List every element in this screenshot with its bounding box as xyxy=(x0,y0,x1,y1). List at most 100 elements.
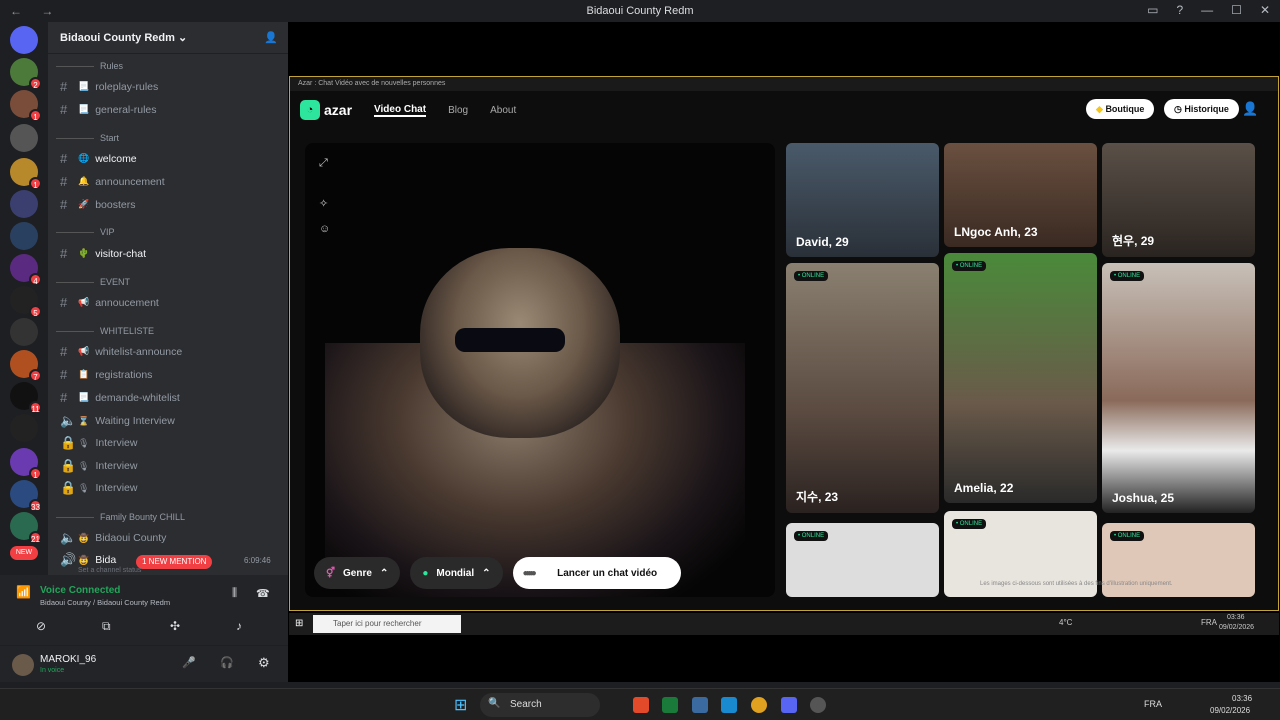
voice-channel-item[interactable]: 🔈 ⌛ Waiting Interview xyxy=(60,413,175,429)
server-icon[interactable]: 11 xyxy=(10,382,42,414)
noise-suppression-icon[interactable]: ⫼ xyxy=(232,587,237,600)
hash-icon: # xyxy=(60,102,68,117)
azar-logo[interactable]: ◔ azar xyxy=(300,100,352,120)
channel-item[interactable]: # 📃 demande-whitelist xyxy=(60,390,180,405)
nav-blog[interactable]: Blog xyxy=(448,105,468,116)
screen-share-icon[interactable]: ⧉ xyxy=(102,619,111,634)
window-controls[interactable]: ▭? — ☐ ✕ xyxy=(1147,3,1270,17)
nav-about[interactable]: About xyxy=(490,105,516,116)
megaphone-icon: 📢 xyxy=(78,346,90,356)
category-label[interactable]: Family Bounty CHILL xyxy=(56,512,185,522)
profile-card[interactable]: • ONLINE Joshua, 25 xyxy=(1102,263,1255,513)
input-language[interactable]: FRA xyxy=(1144,699,1162,709)
face-filter-icon[interactable]: ☺ xyxy=(319,223,330,235)
category-label[interactable]: VIP xyxy=(56,227,115,237)
category-label[interactable]: Rules xyxy=(56,61,123,71)
guild-header[interactable]: Bidaoui County Redm ⌄ 👤 xyxy=(48,22,288,54)
activities-icon[interactable]: ✣ xyxy=(170,619,180,633)
input-language[interactable]: FRA xyxy=(1201,618,1217,627)
server-icon[interactable]: 1 xyxy=(10,158,42,190)
server-icon[interactable]: 1 xyxy=(10,90,42,122)
mic-icon[interactable]: 🎤 xyxy=(182,656,196,669)
server-icon[interactable]: 2 xyxy=(10,58,42,90)
profile-card[interactable]: • ONLINE xyxy=(786,523,939,597)
genre-select[interactable]: ⚥ Genre ⌃ xyxy=(314,557,401,589)
boutique-button[interactable]: ◆ Boutique xyxy=(1086,99,1155,119)
discord-icon[interactable] xyxy=(781,697,797,713)
disconnect-icon[interactable]: ☎ xyxy=(256,587,270,600)
voice-channel-item[interactable]: 🔈 🤠 Bidaoui County xyxy=(60,530,166,546)
channel-item[interactable]: # 📢 whitelist-announce xyxy=(60,344,182,359)
discord-home-icon[interactable] xyxy=(10,26,38,54)
category-label[interactable]: WHITELISTE xyxy=(56,326,154,336)
server-icon[interactable]: 5 xyxy=(10,286,42,318)
magic-wand-icon[interactable]: ✧ xyxy=(319,197,328,210)
chrome-icon[interactable] xyxy=(751,697,767,713)
server-icon[interactable] xyxy=(10,124,38,152)
channel-item[interactable]: # 🌐 welcome xyxy=(60,151,137,166)
expand-icon[interactable]: ⤢ xyxy=(319,157,328,170)
channel-item[interactable]: # 📢 annoucement xyxy=(60,295,159,310)
channel-item[interactable]: # 🌵 visitor-chat xyxy=(60,246,146,261)
profile-card[interactable]: David, 29 xyxy=(786,143,939,257)
channel-item[interactable]: # 📋 registrations xyxy=(60,367,152,382)
nav-video-chat[interactable]: Video Chat xyxy=(374,104,427,117)
soundboard-icon[interactable]: ♪ xyxy=(236,619,242,633)
match-controls: ⚥ Genre ⌃ ● Mondial ⌃ ●●●●● Lancer un chat v… xyxy=(314,557,682,589)
new-badge[interactable]: NEW xyxy=(10,546,38,560)
rules-icon: 📃 xyxy=(78,81,90,91)
hourglass-icon: ⌛ xyxy=(78,415,90,426)
category-label[interactable]: Start xyxy=(56,133,119,143)
avatar[interactable] xyxy=(12,654,34,676)
form-icon: 📋 xyxy=(78,369,90,379)
browser-tab-title: Azar : Chat Vidéo avec de nouvelles pers… xyxy=(290,77,1278,91)
windows-start-icon[interactable]: ⊞ xyxy=(295,618,303,629)
voice-channel-item[interactable]: 🔊 🤠 Bida xyxy=(60,552,116,568)
server-icon[interactable]: 21 xyxy=(10,512,42,544)
edge-icon[interactable] xyxy=(721,697,737,713)
camera-off-icon[interactable]: ⊘ xyxy=(36,619,46,633)
channel-item[interactable]: # 📃 general-rules xyxy=(60,102,157,117)
taskbar-search[interactable]: 🔍 Search xyxy=(480,693,600,717)
region-select[interactable]: ● Mondial ⌃ xyxy=(410,557,503,589)
profile-icon[interactable]: 👤 xyxy=(1242,101,1258,117)
voice-channel-item[interactable]: 🔒 🎙 Interview xyxy=(60,480,137,496)
channel-item[interactable]: # 🚀 boosters xyxy=(60,197,136,212)
app-icon[interactable] xyxy=(692,697,708,713)
server-icon[interactable] xyxy=(10,414,38,442)
new-mention-pill[interactable]: 1 NEW MENTION xyxy=(136,555,213,569)
gear-icon[interactable]: ⚙ xyxy=(258,655,270,671)
historique-button[interactable]: ◷ Historique xyxy=(1164,99,1239,119)
server-icon[interactable] xyxy=(10,222,38,250)
profile-card[interactable]: LNgoc Anh, 23 xyxy=(944,143,1097,247)
app-icon[interactable] xyxy=(810,697,826,713)
channel-item[interactable]: # 📃 roleplay-rules xyxy=(60,79,158,94)
channel-status-placeholder[interactable]: Set a channel status xyxy=(78,567,141,574)
chevron-up-icon: ⌃ xyxy=(379,567,389,579)
clock-time: 03:36 xyxy=(1232,694,1253,703)
start-video-chat-button[interactable]: ●●●●● Lancer un chat vidéo xyxy=(512,557,682,589)
lock-icon: 🔒 xyxy=(60,480,77,495)
card-name: Joshua, 25 xyxy=(1112,491,1175,505)
server-icon[interactable]: 4 xyxy=(10,254,42,286)
profile-card[interactable]: • ONLINE 지수, 23 xyxy=(786,263,939,513)
channel-item[interactable]: # 🔔 announcement xyxy=(60,174,165,189)
windows-start-icon[interactable]: ⊞ xyxy=(454,695,467,715)
server-icon[interactable]: 33 xyxy=(10,480,42,512)
voice-location[interactable]: Bidaoui County / Bidaoui County Redm xyxy=(40,598,170,607)
headphones-icon[interactable]: 🎧 xyxy=(220,656,234,669)
hash-icon: # xyxy=(60,295,68,310)
server-icon[interactable]: 1 xyxy=(10,448,42,480)
app-icon[interactable] xyxy=(633,697,649,713)
voice-channel-item[interactable]: 🔒 🎙 Interview xyxy=(60,435,137,451)
server-icon[interactable] xyxy=(10,190,38,218)
windows-search-input[interactable]: Taper ici pour rechercher xyxy=(313,615,461,633)
app-icon[interactable] xyxy=(662,697,678,713)
invite-icon: 👤 xyxy=(264,32,278,44)
voice-channel-item[interactable]: 🔒 🎙 Interview xyxy=(60,458,137,474)
profile-card[interactable]: 현우, 29 xyxy=(1102,143,1255,257)
profile-card[interactable]: • ONLINE Amelia, 22 xyxy=(944,253,1097,503)
category-label[interactable]: EVENT xyxy=(56,277,130,287)
server-icon[interactable]: 7 xyxy=(10,350,42,382)
server-icon[interactable] xyxy=(10,318,38,346)
